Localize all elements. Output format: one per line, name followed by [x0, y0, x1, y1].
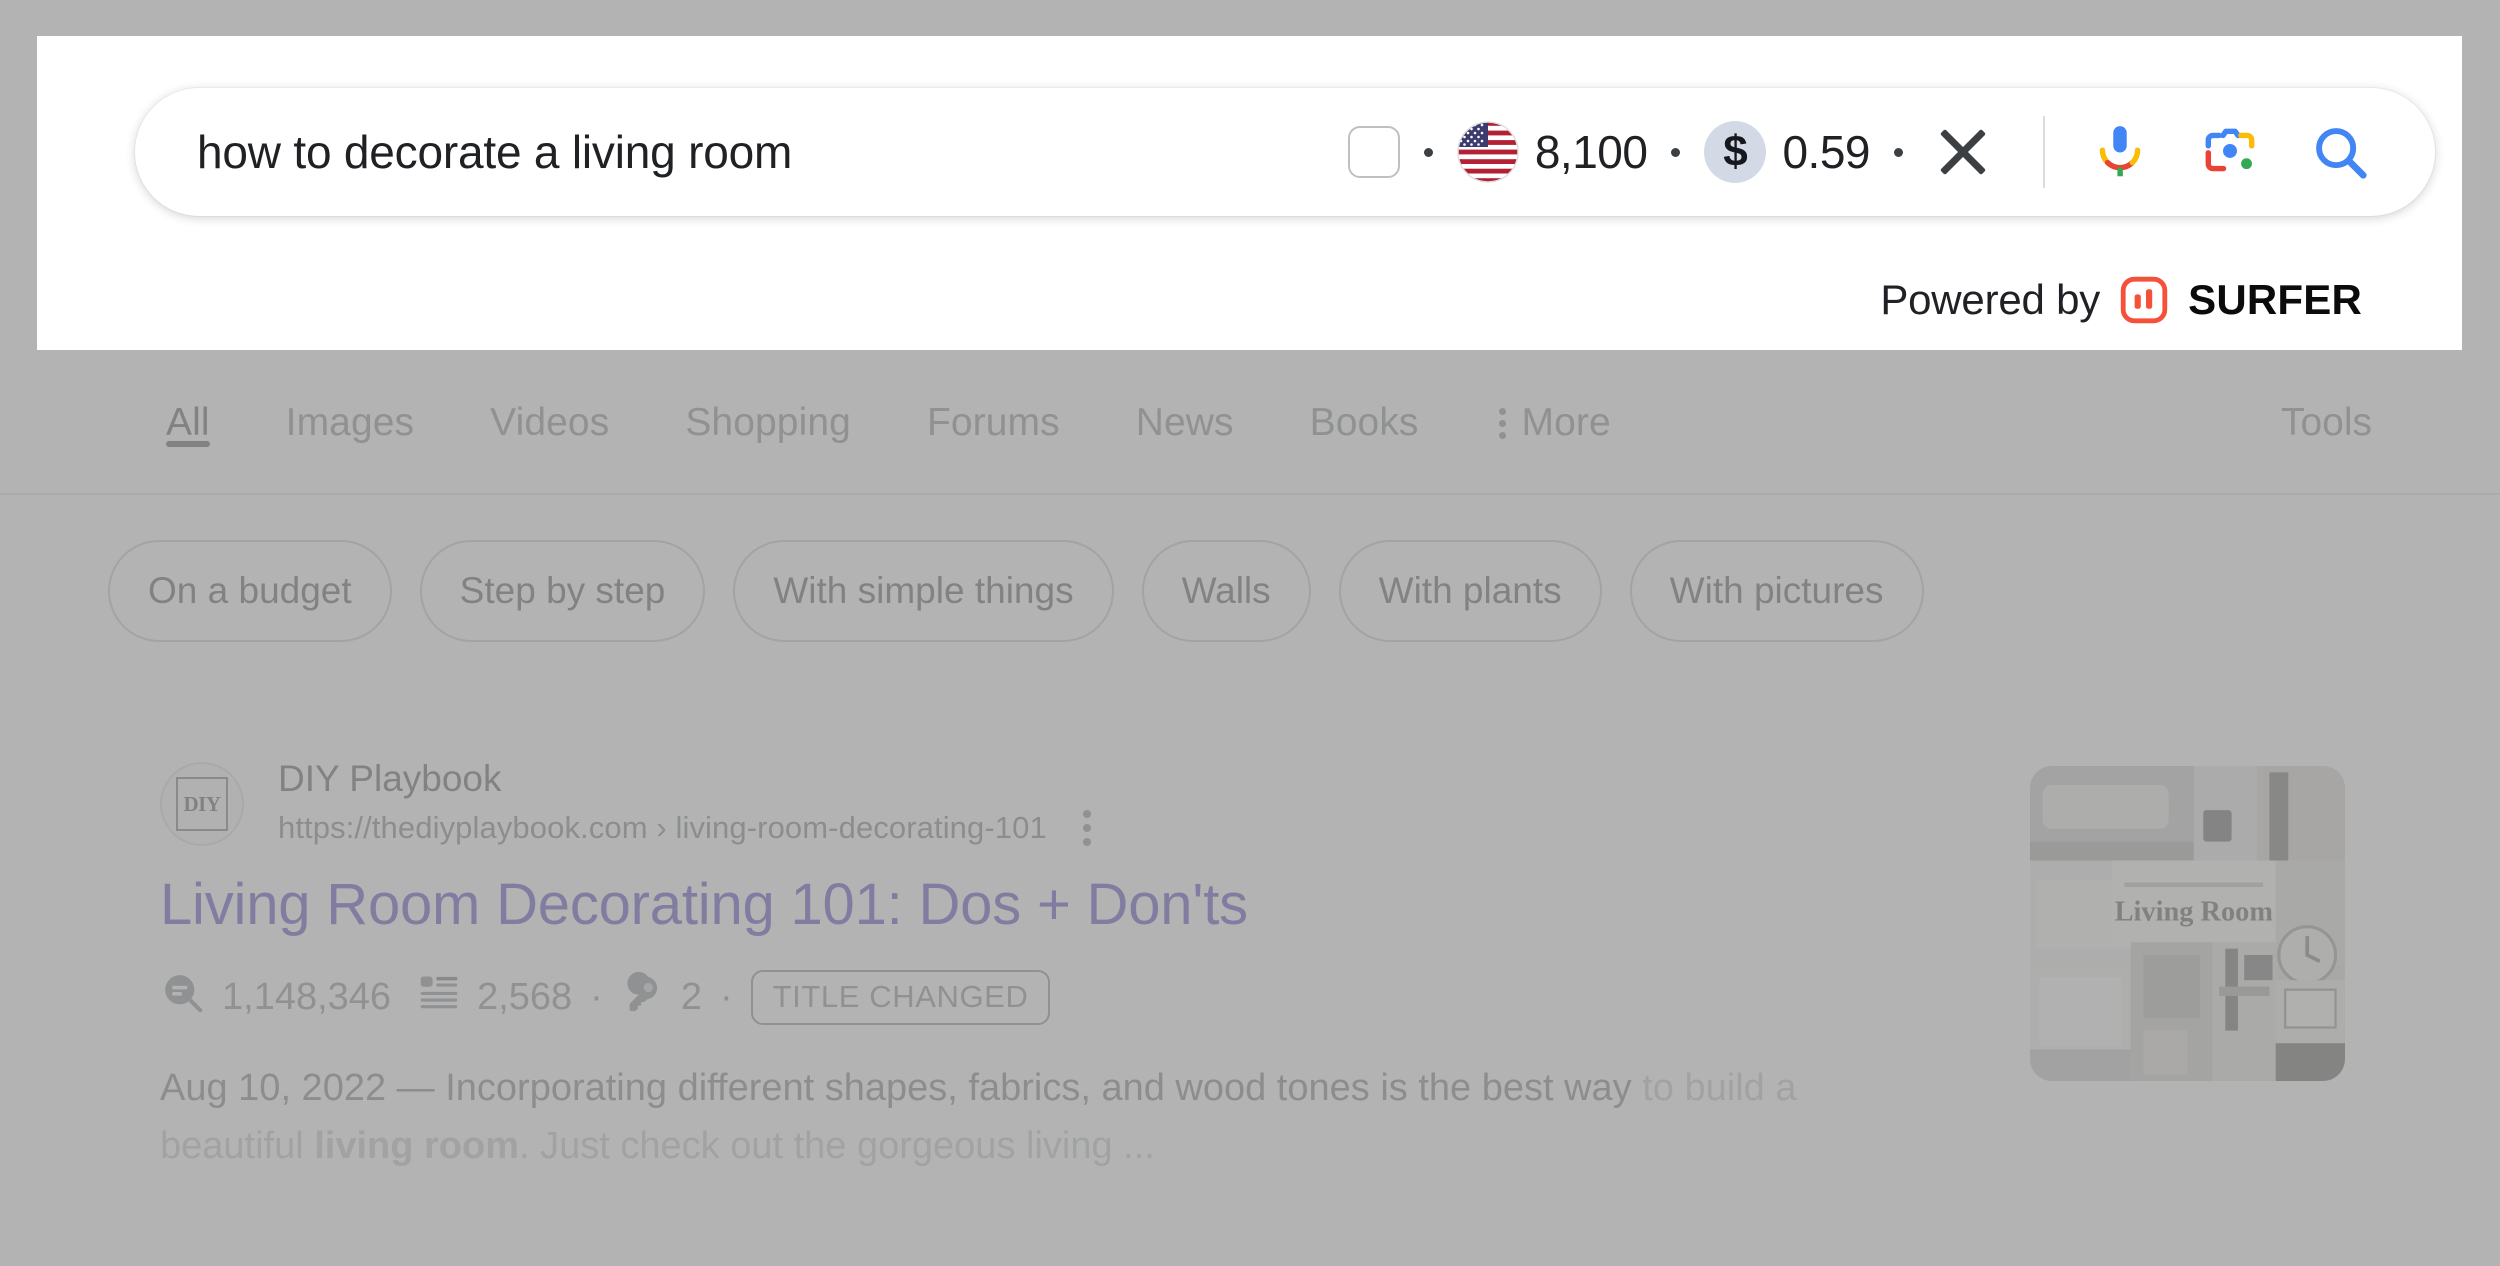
metric-separator-1: ·: [590, 976, 603, 1019]
serp-tabs-bar: All Images Videos Shopping Forums News B…: [0, 355, 2500, 495]
cpc-value: 0.59: [1782, 126, 1870, 178]
chip-with-pictures[interactable]: With pictures: [1629, 540, 1924, 642]
tab-forums[interactable]: Forums: [889, 355, 1098, 445]
result-snippet: Aug 10, 2022 — Incorporating different s…: [160, 1060, 1950, 1176]
snippet-line2-b: . Just check out the gorgeous living ...: [519, 1124, 1155, 1167]
thumbnail-collage-image: Living Room: [2030, 766, 2345, 1081]
result-url[interactable]: https://thediyplaybook.com › living-room…: [278, 810, 1047, 846]
result-url-line: https://thediyplaybook.com › living-room…: [278, 810, 1091, 847]
result-header: DIY DIY Playbook https://thediyplaybook.…: [160, 756, 1960, 847]
surfer-logo-icon: [2120, 276, 2168, 324]
search-bar-divider: [2043, 116, 2045, 188]
tab-news[interactable]: News: [1098, 355, 1272, 445]
tab-more-label: More: [1521, 401, 1611, 444]
search-result: DIY DIY Playbook https://thediyplaybook.…: [160, 756, 1960, 1175]
chip-with-simple-things[interactable]: With simple things: [733, 540, 1114, 642]
search-icon[interactable]: [2309, 121, 2371, 183]
site-favicon: DIY: [160, 762, 244, 846]
svg-text:Living Room: Living Room: [2115, 896, 2274, 927]
snippet-line1: Incorporating different shapes, fabrics,…: [445, 1066, 1632, 1109]
tab-books-label: Books: [1309, 401, 1419, 444]
title-changed-badge: TITLE CHANGED: [750, 970, 1051, 1026]
chip-with-plants[interactable]: With plants: [1338, 540, 1602, 642]
metric-dot-1: [1423, 147, 1433, 157]
snippet-keyword-bold: living room: [314, 1124, 520, 1167]
tab-forums-label: Forums: [926, 401, 1060, 444]
tab-books[interactable]: Books: [1272, 355, 1457, 445]
search-bar[interactable]: how to decorate a living room 8,100 $ 0.…: [135, 88, 2435, 216]
result-options-kebab-icon[interactable]: [1082, 810, 1091, 847]
search-volume-value: 8,100: [1534, 126, 1648, 178]
google-lens-icon[interactable]: [2199, 121, 2261, 183]
tab-images-label: Images: [285, 401, 415, 444]
tab-more[interactable]: More: [1457, 355, 1649, 445]
clear-search-icon[interactable]: [1935, 124, 1991, 180]
tab-videos[interactable]: Videos: [452, 355, 647, 445]
tab-all-label: All: [166, 401, 210, 444]
metric-dot-3: [1894, 147, 1903, 157]
metric-keywords: 2: [621, 971, 702, 1025]
active-tab-underline: [166, 441, 210, 447]
result-title-link[interactable]: Living Room Decorating 101: Dos + Don'ts: [160, 870, 1960, 940]
tab-shopping[interactable]: Shopping: [647, 355, 889, 445]
select-checkbox[interactable]: [1347, 126, 1400, 178]
dots-vertical-icon: [1498, 407, 1506, 439]
snippet-date: Aug 10, 2022: [160, 1066, 387, 1109]
article-words-icon: [417, 971, 461, 1025]
cpc-badge-icon: $: [1704, 121, 1767, 183]
result-seo-metrics: 1,148,346 2,568 · 2 · TITLE CHANGED: [160, 970, 1960, 1026]
chip-step-by-step[interactable]: Step by step: [419, 540, 706, 642]
surfer-brand-name: SURFER: [2188, 276, 2362, 323]
metric-words-value: 2,568: [477, 976, 573, 1019]
powered-by-surfer: Powered by SURFER: [1880, 276, 2362, 324]
us-flag-icon[interactable]: [1457, 121, 1519, 183]
site-name: DIY Playbook: [278, 758, 502, 799]
tab-shopping-label: Shopping: [685, 401, 851, 444]
result-thumbnail[interactable]: Living Room: [2030, 766, 2345, 1081]
tab-images[interactable]: Images: [248, 355, 453, 445]
metric-dot-2: [1671, 147, 1681, 157]
metric-traffic-value: 1,148,346: [222, 976, 392, 1019]
surfer-search-panel: how to decorate a living room 8,100 $ 0.…: [37, 36, 2462, 350]
tools-button[interactable]: Tools: [2281, 401, 2372, 445]
metric-traffic: 1,148,346: [160, 970, 391, 1026]
related-search-chips: On a budget Step by step With simple thi…: [0, 540, 2500, 642]
chip-walls[interactable]: Walls: [1141, 540, 1311, 642]
tab-news-label: News: [1135, 401, 1234, 444]
search-traffic-icon: [160, 970, 206, 1026]
key-icon: [621, 971, 665, 1025]
voice-search-icon[interactable]: [2089, 121, 2151, 183]
result-source: DIY Playbook https://thediyplaybook.com …: [278, 756, 1091, 847]
tab-videos-label: Videos: [490, 401, 610, 444]
metric-separator-2: ·: [719, 976, 733, 1019]
favicon-label: DIY: [176, 777, 228, 831]
search-input[interactable]: how to decorate a living room: [197, 125, 1348, 179]
chip-on-a-budget[interactable]: On a budget: [108, 540, 392, 642]
powered-by-label: Powered by: [1880, 276, 2101, 323]
serp-tabs: All Images Videos Shopping Forums News B…: [128, 355, 1649, 493]
snippet-dash: —: [396, 1066, 435, 1109]
tab-all[interactable]: All: [128, 355, 248, 447]
search-bar-metrics: 8,100 $ 0.59: [1347, 116, 2435, 188]
metric-keywords-value: 2: [680, 976, 702, 1019]
metric-words: 2,568: [417, 971, 572, 1025]
